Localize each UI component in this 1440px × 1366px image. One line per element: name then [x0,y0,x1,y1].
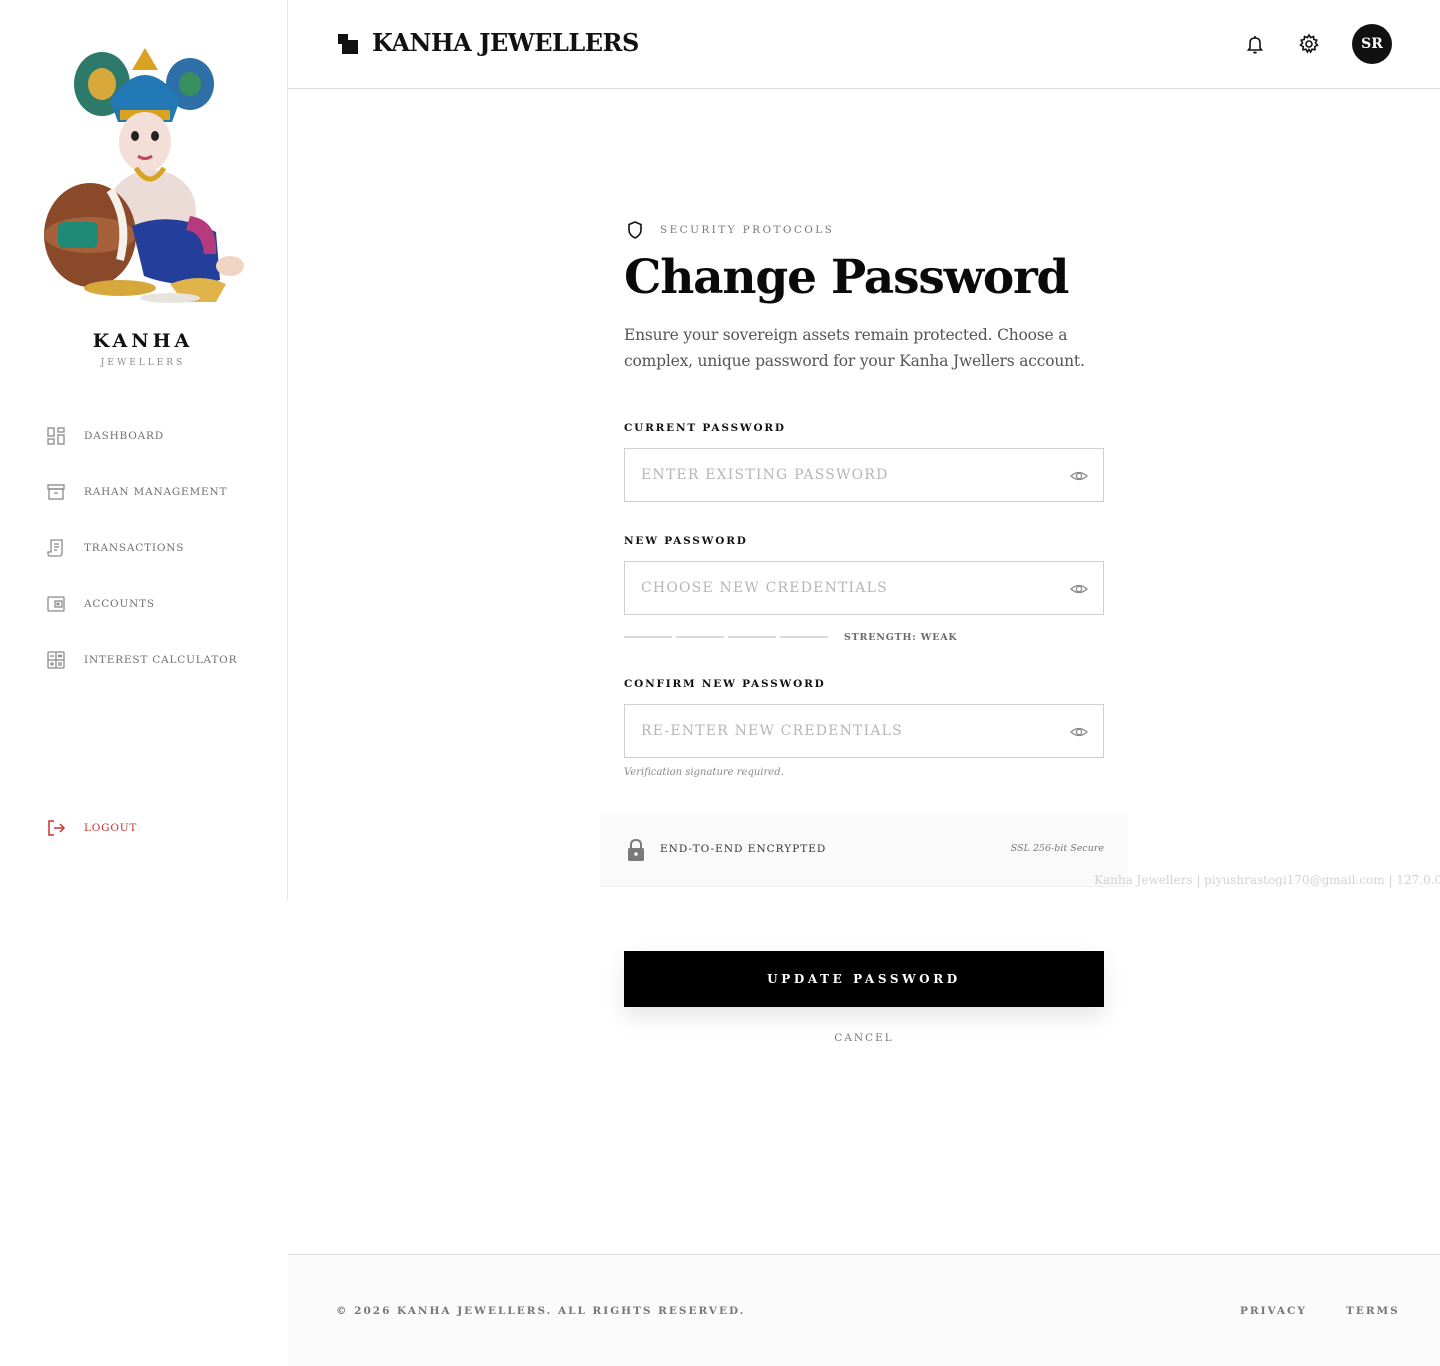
sidebar-brand-name: KANHA [92,330,194,352]
sidebar-brand-subtitle: JEWELLERS [100,358,186,368]
dashboard-grid-icon [47,427,65,445]
strength-segment [676,636,724,638]
sidebar: KANHA JEWELLERS DASHBOARD RAHAN MANAGEME… [0,0,288,900]
cancel-button[interactable]: CANCEL [624,1032,1104,1044]
page-title: Change Password [624,250,1069,305]
watermark-text: Kanha Jewellers | piyushrastogi170@gmail… [1094,873,1440,887]
shield-icon [628,221,642,239]
confirm-password-input[interactable] [625,705,1045,757]
eye-icon[interactable] [1069,579,1089,599]
bell-icon[interactable] [1244,33,1266,55]
receipt-icon [47,539,63,557]
confirm-password-field [624,704,1104,758]
logout-label: LOGOUT [84,822,138,834]
new-password-field [624,561,1104,615]
current-password-label: CURRENT PASSWORD [624,422,786,434]
update-password-button[interactable]: UPDATE PASSWORD [624,951,1104,1007]
sidebar-item-transactions[interactable]: TRANSACTIONS [46,537,184,559]
sidebar-item-label: INTEREST CALCULATOR [84,654,238,666]
lock-icon [628,838,644,861]
current-password-field [624,448,1104,502]
logout-icon [48,820,66,836]
page-footer: © 2026 KANHA JEWELLERS. ALL RIGHTS RESER… [288,1254,1440,1366]
wallet-icon [47,596,65,612]
confirm-password-label: CONFIRM NEW PASSWORD [624,678,826,690]
gear-icon[interactable] [1298,33,1320,55]
section-kicker: SECURITY PROTOCOLS [624,219,834,241]
privacy-link[interactable]: PRIVACY [1240,1305,1307,1317]
password-strength-text: STRENGTH: WEAK [844,632,958,643]
eye-icon[interactable] [1069,722,1089,742]
sidebar-item-label: RAHAN MANAGEMENT [84,486,228,498]
ssl-note: SSL 256-bit Secure [1010,843,1104,854]
encryption-badge: END-TO-END ENCRYPTED SSL 256-bit Secure [600,813,1128,887]
archive-box-icon [47,484,65,500]
new-password-label: NEW PASSWORD [624,535,748,547]
sidebar-item-accounts[interactable]: ACCOUNTS [46,593,155,615]
sidebar-item-rahan-management[interactable]: RAHAN MANAGEMENT [46,481,227,503]
new-password-input[interactable] [625,562,1045,614]
page-description: Ensure your sovereign assets remain prot… [624,326,1085,370]
verification-hint: Verification signature required. [624,767,784,778]
sidebar-item-label: ACCOUNTS [84,598,155,610]
calculator-icon [47,651,65,669]
encryption-label: END-TO-END ENCRYPTED [660,843,827,855]
copyright-text: © 2026 KANHA JEWELLERS. ALL RIGHTS RESER… [336,1305,746,1317]
brand-logo-icon [338,34,358,54]
user-avatar[interactable]: SR [1352,24,1392,64]
current-password-input[interactable] [625,449,1045,501]
sidebar-item-interest-calculator[interactable]: INTEREST CALCULATOR [46,649,237,671]
logout-button[interactable]: LOGOUT [46,817,137,839]
strength-segment [780,636,828,638]
sidebar-item-label: TRANSACTIONS [84,542,185,554]
strength-segment [728,636,776,638]
eye-icon[interactable] [1069,466,1089,486]
strength-segment [624,636,672,638]
sidebar-item-label: DASHBOARD [84,430,164,442]
app-title: KANHA JEWELLERS [372,28,639,57]
krishna-deity-image [44,48,244,303]
terms-link[interactable]: TERMS [1346,1305,1400,1317]
top-header: KANHA JEWELLERS SR [288,0,1440,89]
kicker-text: SECURITY PROTOCOLS [660,224,835,236]
sidebar-item-dashboard[interactable]: DASHBOARD [46,425,164,447]
